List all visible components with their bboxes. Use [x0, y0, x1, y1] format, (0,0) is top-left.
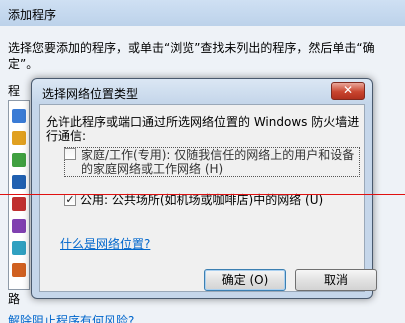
- public-checkbox[interactable]: ✓: [64, 194, 76, 206]
- public-option[interactable]: ✓ 公用: 公共场所(如机场或咖啡店)中的网络 (U): [64, 193, 360, 207]
- program-icon[interactable]: [12, 263, 26, 277]
- home-work-checkbox[interactable]: [64, 148, 76, 160]
- dialog-intro: 允许此程序或端口通过所选网络位置的 Windows 防火墙进行通信:: [46, 115, 360, 143]
- red-guide-line: [0, 194, 405, 195]
- program-icon[interactable]: [12, 109, 26, 123]
- program-icon[interactable]: [12, 197, 26, 211]
- cancel-button[interactable]: 取消: [295, 269, 377, 291]
- risk-link[interactable]: 解除阻止程序有何风险?: [8, 312, 134, 323]
- network-location-dialog: 选择网络位置类型 ✕ 允许此程序或端口通过所选网络位置的 Windows 防火墙…: [31, 78, 377, 299]
- home-work-label: 家庭/工作(专用): 仅随我信任的网络上的用户和设备的家庭网络或工作网络 (H): [64, 147, 360, 177]
- path-label: 路: [8, 292, 21, 306]
- close-button[interactable]: ✕: [331, 82, 365, 100]
- program-icon[interactable]: [12, 131, 26, 145]
- programs-list[interactable]: [8, 100, 30, 290]
- what-is-network-location-link[interactable]: 什么是网络位置?: [60, 235, 150, 252]
- program-icon[interactable]: [12, 175, 26, 189]
- window-prompt: 选择您要添加的程序，或单击“浏览”查找未列出的程序，然后单击“确定”。: [8, 41, 375, 71]
- public-label: 公用: 公共场所(如机场或咖啡店)中的网络 (U): [80, 193, 324, 207]
- programs-label: 程: [8, 84, 21, 98]
- dialog-title: 选择网络位置类型: [42, 87, 139, 101]
- window-title: 添加程序: [8, 8, 57, 22]
- dialog-body: 允许此程序或端口通过所选网络位置的 Windows 防火墙进行通信: 家庭/工作…: [39, 104, 377, 292]
- program-icon[interactable]: [12, 241, 26, 255]
- home-work-option[interactable]: 家庭/工作(专用): 仅随我信任的网络上的用户和设备的家庭网络或工作网络 (H): [64, 147, 360, 177]
- program-icon[interactable]: [12, 153, 26, 167]
- ok-button[interactable]: 确定 (O): [204, 269, 286, 291]
- program-icon[interactable]: [12, 219, 26, 233]
- close-icon: ✕: [342, 83, 354, 97]
